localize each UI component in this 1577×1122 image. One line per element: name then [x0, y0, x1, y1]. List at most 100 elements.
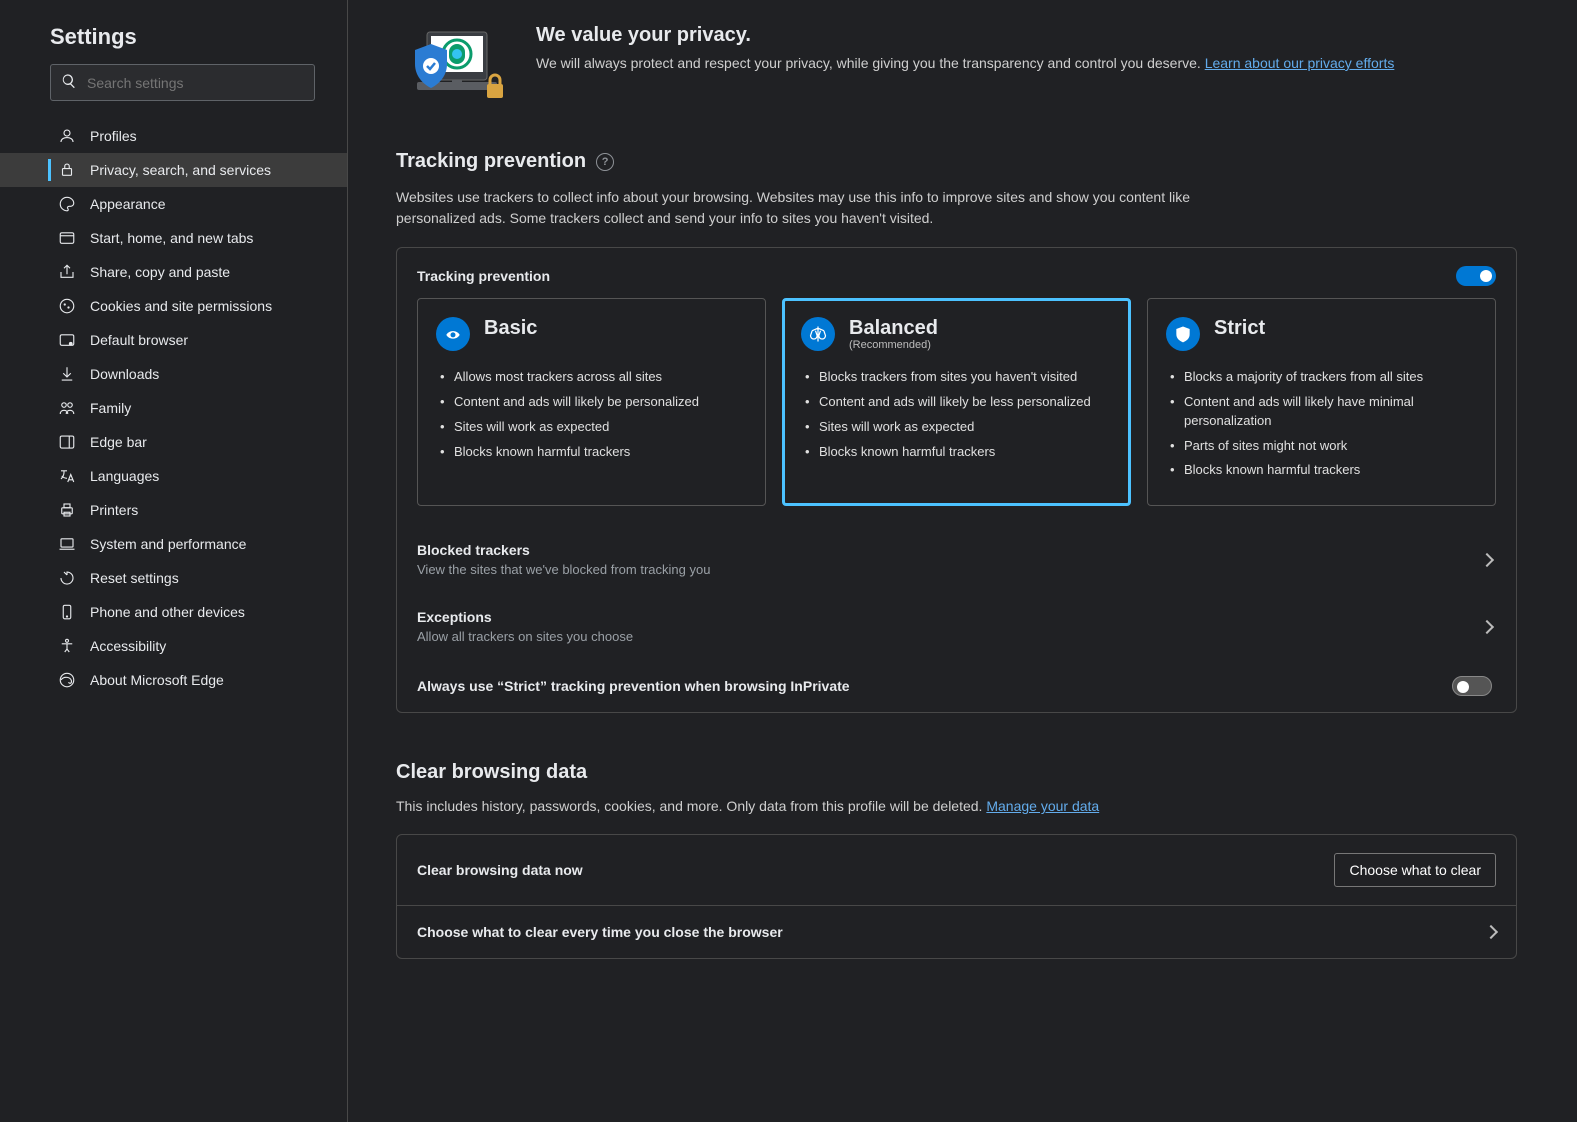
palette-icon: [58, 195, 76, 213]
lock-icon: [58, 161, 76, 179]
nav-label: Phone and other devices: [90, 604, 245, 620]
opt-bullet: Parts of sites might not work: [1166, 434, 1477, 459]
nav-reset[interactable]: Reset settings: [0, 561, 347, 595]
clear-on-close-row[interactable]: Choose what to clear every time you clos…: [397, 905, 1516, 958]
sidebar-icon: [58, 433, 76, 451]
info-icon[interactable]: ?: [596, 153, 614, 171]
opt-bullet: Blocks trackers from sites you haven't v…: [801, 365, 1112, 390]
nav-privacy[interactable]: Privacy, search, and services: [0, 153, 347, 187]
privacy-efforts-link[interactable]: Learn about our privacy efforts: [1205, 55, 1395, 71]
opt-title: Basic: [484, 317, 537, 339]
opt-title: Strict: [1214, 317, 1265, 339]
settings-title: Settings: [0, 24, 347, 64]
nav-label: Appearance: [90, 196, 166, 212]
laptop-icon: [58, 535, 76, 553]
reset-icon: [58, 569, 76, 587]
tracking-card: Tracking prevention Basic Allows most tr…: [396, 247, 1517, 713]
opt-title: Balanced: [849, 317, 938, 339]
row-title: Always use “Strict” tracking prevention …: [417, 678, 850, 694]
nav-default-browser[interactable]: Default browser: [0, 323, 347, 357]
row-title: Blocked trackers: [417, 542, 710, 558]
nav-label: Start, home, and new tabs: [90, 230, 253, 246]
nav-appearance[interactable]: Appearance: [0, 187, 347, 221]
settings-sidebar: Settings Profiles Privacy, search, and s…: [0, 0, 348, 1122]
clear-section-title: Clear browsing data: [396, 761, 1517, 784]
chevron-right-icon: [1484, 925, 1498, 939]
nav-printers[interactable]: Printers: [0, 493, 347, 527]
profile-icon: [58, 127, 76, 145]
strict-inprivate-toggle[interactable]: [1452, 676, 1492, 696]
printer-icon: [58, 501, 76, 519]
nav-accessibility[interactable]: Accessibility: [0, 629, 347, 663]
tab-icon: [58, 229, 76, 247]
tracking-toggle[interactable]: [1456, 266, 1496, 286]
search-settings-input-wrap[interactable]: [50, 64, 315, 101]
opt-bullet: Sites will work as expected: [436, 415, 747, 440]
nav-label: Family: [90, 400, 131, 416]
main-content: We value your privacy. We will always pr…: [348, 0, 1577, 1122]
nav-languages[interactable]: Languages: [0, 459, 347, 493]
nav-family[interactable]: Family: [0, 391, 347, 425]
nav-label: Share, copy and paste: [90, 264, 230, 280]
row-sub: View the sites that we've blocked from t…: [417, 562, 710, 577]
nav-label: Edge bar: [90, 434, 147, 450]
nav-downloads[interactable]: Downloads: [0, 357, 347, 391]
balanced-icon: [801, 317, 835, 351]
opt-bullet: Blocks known harmful trackers: [1166, 458, 1477, 483]
nav-system[interactable]: System and performance: [0, 527, 347, 561]
nav-edge-bar[interactable]: Edge bar: [0, 425, 347, 459]
chevron-right-icon: [1480, 620, 1494, 634]
search-icon: [61, 73, 77, 92]
strict-inprivate-row: Always use “Strict” tracking prevention …: [397, 660, 1516, 712]
opt-bullet: Blocks known harmful trackers: [436, 440, 747, 465]
privacy-hero-icon: [396, 24, 508, 114]
nav-label: Downloads: [90, 366, 159, 382]
tracking-option-strict[interactable]: Strict Blocks a majority of trackers fro…: [1147, 298, 1496, 506]
edge-icon: [58, 671, 76, 689]
cookie-icon: [58, 297, 76, 315]
tracking-card-title: Tracking prevention: [417, 268, 550, 284]
nav-start[interactable]: Start, home, and new tabs: [0, 221, 347, 255]
blocked-trackers-row[interactable]: Blocked trackers View the sites that we'…: [397, 526, 1516, 593]
hero-desc: We will always protect and respect your …: [536, 53, 1394, 73]
nav-profiles[interactable]: Profiles: [0, 119, 347, 153]
opt-bullet: Content and ads will likely be less pers…: [801, 390, 1112, 415]
choose-what-to-clear-button[interactable]: Choose what to clear: [1334, 853, 1496, 887]
strict-icon: [1166, 317, 1200, 351]
tracking-desc: Websites use trackers to collect info ab…: [396, 187, 1226, 229]
opt-bullet: Sites will work as expected: [801, 415, 1112, 440]
family-icon: [58, 399, 76, 417]
nav-label: Languages: [90, 468, 159, 484]
tracking-option-basic[interactable]: Basic Allows most trackers across all si…: [417, 298, 766, 506]
nav-about[interactable]: About Microsoft Edge: [0, 663, 347, 697]
nav-label: Reset settings: [90, 570, 179, 586]
manage-data-link[interactable]: Manage your data: [986, 798, 1099, 814]
nav-label: About Microsoft Edge: [90, 672, 224, 688]
clear-now-row: Clear browsing data now Choose what to c…: [397, 835, 1516, 905]
tracking-section-title: Tracking prevention ?: [396, 150, 1517, 173]
browser-icon: [58, 331, 76, 349]
opt-bullet: Content and ads will likely be personali…: [436, 390, 747, 415]
exceptions-row[interactable]: Exceptions Allow all trackers on sites y…: [397, 593, 1516, 660]
nav-label: Accessibility: [90, 638, 166, 654]
nav-phone[interactable]: Phone and other devices: [0, 595, 347, 629]
phone-icon: [58, 603, 76, 621]
clear-card: Clear browsing data now Choose what to c…: [396, 834, 1517, 959]
nav-share[interactable]: Share, copy and paste: [0, 255, 347, 289]
basic-icon: [436, 317, 470, 351]
nav-label: Default browser: [90, 332, 188, 348]
settings-nav: Profiles Privacy, search, and services A…: [0, 115, 347, 697]
hero-title: We value your privacy.: [536, 24, 1394, 47]
search-settings-input[interactable]: [87, 75, 304, 91]
nav-label: System and performance: [90, 536, 246, 552]
tracking-option-balanced[interactable]: Balanced(Recommended) Blocks trackers fr…: [782, 298, 1131, 506]
opt-sub: (Recommended): [849, 339, 938, 351]
clear-desc: This includes history, passwords, cookie…: [396, 798, 1517, 814]
opt-bullet: Content and ads will likely have minimal…: [1166, 390, 1477, 434]
row-title: Clear browsing data now: [417, 862, 583, 878]
opt-bullet: Allows most trackers across all sites: [436, 365, 747, 390]
row-title: Choose what to clear every time you clos…: [417, 924, 783, 940]
row-title: Exceptions: [417, 609, 633, 625]
nav-cookies[interactable]: Cookies and site permissions: [0, 289, 347, 323]
download-icon: [58, 365, 76, 383]
